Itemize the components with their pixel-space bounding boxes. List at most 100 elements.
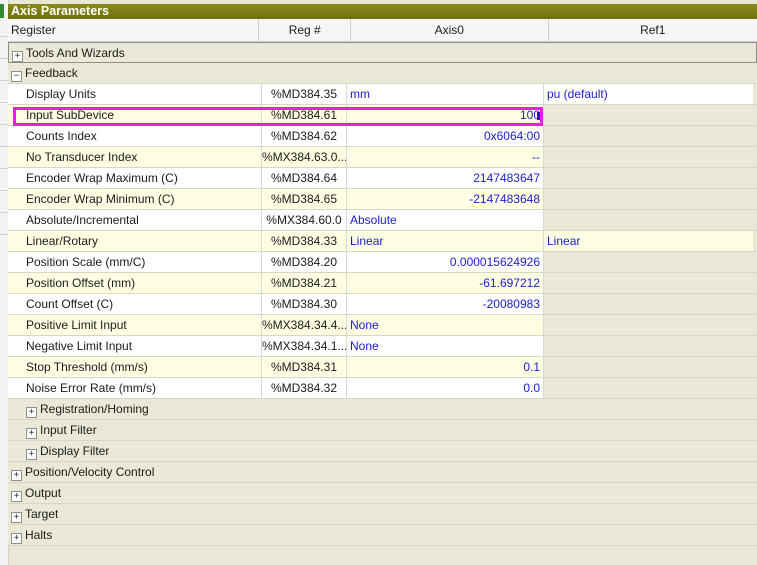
table-row[interactable]: Encoder Wrap Minimum (C) %MD384.65 -2147… (8, 189, 757, 210)
axis0-value[interactable]: 0.000015624926 (347, 252, 544, 272)
ref1-value[interactable]: Linear (544, 231, 753, 251)
axis0-value[interactable]: 100 (347, 105, 544, 125)
divider (0, 190, 8, 191)
param-reg: %MD384.33 (262, 231, 347, 251)
param-name: No Transducer Index (8, 147, 262, 167)
column-reg-num[interactable]: Reg # (259, 19, 352, 41)
param-name: Position Scale (mm/C) (8, 252, 262, 272)
expand-icon[interactable]: + (12, 51, 23, 62)
group-label: Halts (25, 528, 53, 542)
param-name: Positive Limit Input (8, 315, 262, 335)
column-ref1[interactable]: Ref1 (549, 19, 757, 41)
group-position-velocity-control[interactable]: + Position/Velocity Control (8, 462, 757, 483)
axis0-value[interactable]: None (347, 315, 544, 335)
table-row[interactable]: Stop Threshold (mm/s) %MD384.31 0.1 (8, 357, 757, 378)
ref1-value[interactable] (544, 105, 753, 125)
table-row[interactable]: Positive Limit Input %MX384.34.4... None (8, 315, 757, 336)
param-name: Encoder Wrap Minimum (C) (8, 189, 262, 209)
axis0-value[interactable]: None (347, 336, 544, 356)
ref1-value[interactable] (544, 315, 753, 335)
column-header: Register Reg # Axis0 Ref1 (8, 19, 757, 42)
ref1-value[interactable] (544, 168, 753, 188)
expand-icon[interactable]: + (26, 428, 37, 439)
group-label: Feedback (25, 66, 78, 80)
table-row[interactable]: Linear/Rotary %MD384.33 Linear Linear (8, 231, 757, 252)
ref1-value[interactable] (544, 210, 753, 230)
table-row[interactable]: Absolute/Incremental %MX384.60.0 Absolut… (8, 210, 757, 231)
axis0-value[interactable]: Absolute (347, 210, 544, 230)
param-reg: %MD384.21 (262, 273, 347, 293)
axis0-value[interactable]: Linear (347, 231, 544, 251)
ref1-value[interactable] (544, 273, 753, 293)
param-name: Display Units (8, 84, 262, 104)
expand-icon[interactable]: + (11, 533, 22, 544)
table-row[interactable]: Position Offset (mm) %MD384.21 -61.69721… (8, 273, 757, 294)
param-reg: %MD384.20 (262, 252, 347, 272)
param-reg: %MX384.34.1... (262, 336, 347, 356)
table-row[interactable]: Count Offset (C) %MD384.30 -20080983 (8, 294, 757, 315)
axis0-value[interactable]: -- (347, 147, 544, 167)
param-reg: %MX384.60.0 (262, 210, 347, 230)
group-output[interactable]: + Output (8, 483, 757, 504)
axis0-value[interactable]: 2147483647 (347, 168, 544, 188)
axis0-value[interactable]: 0x6064:00 (347, 126, 544, 146)
active-marker (0, 4, 4, 18)
table-row[interactable]: Input SubDevice %MD384.61 100 (8, 105, 757, 126)
axis0-value[interactable]: -2147483648 (347, 189, 544, 209)
ref1-value[interactable] (544, 252, 753, 272)
group-tools-and-wizards[interactable]: + Tools And Wizards (8, 42, 757, 63)
group-label: Registration/Homing (40, 402, 149, 416)
group-halts[interactable]: + Halts (8, 525, 757, 546)
group-display-filter[interactable]: + Display Filter (8, 441, 757, 462)
param-name: Counts Index (8, 126, 262, 146)
param-reg: %MD384.32 (262, 378, 347, 398)
collapse-icon[interactable]: − (11, 71, 22, 82)
group-label: Tools And Wizards (26, 46, 125, 60)
param-reg: %MD384.62 (262, 126, 347, 146)
param-name: Input SubDevice (8, 105, 262, 125)
table-row[interactable]: Noise Error Rate (mm/s) %MD384.32 0.0 (8, 378, 757, 399)
table-row[interactable]: Negative Limit Input %MX384.34.1... None (8, 336, 757, 357)
axis0-value[interactable]: -20080983 (347, 294, 544, 314)
ref1-value[interactable]: pu (default) (544, 84, 753, 104)
table-row[interactable]: Encoder Wrap Maximum (C) %MD384.64 21474… (8, 168, 757, 189)
table-row[interactable]: No Transducer Index %MX384.63.0... -- (8, 147, 757, 168)
edit-caret (537, 112, 540, 120)
param-reg: %MD384.31 (262, 357, 347, 377)
axis0-value[interactable]: mm (347, 84, 544, 104)
divider (0, 212, 8, 213)
axis0-value[interactable]: 0.1 (347, 357, 544, 377)
ref1-value[interactable] (544, 189, 753, 209)
ref1-value[interactable] (544, 357, 753, 377)
ref1-value[interactable] (544, 378, 753, 398)
column-register[interactable]: Register (8, 19, 260, 41)
group-registration-homing[interactable]: + Registration/Homing (8, 399, 757, 420)
expand-icon[interactable]: + (11, 512, 22, 523)
column-axis0[interactable]: Axis0 (351, 19, 549, 41)
divider (0, 124, 8, 125)
expand-icon[interactable]: + (11, 470, 22, 481)
group-target[interactable]: + Target (8, 504, 757, 525)
group-feedback[interactable]: − Feedback (8, 63, 757, 84)
ref1-value[interactable] (544, 336, 753, 356)
param-name: Absolute/Incremental (8, 210, 262, 230)
table-row[interactable]: Counts Index %MD384.62 0x6064:00 (8, 126, 757, 147)
param-reg: %MD384.30 (262, 294, 347, 314)
axis0-value[interactable]: -61.697212 (347, 273, 544, 293)
group-label: Display Filter (40, 444, 110, 458)
ref1-value[interactable] (544, 126, 753, 146)
ref1-value[interactable] (544, 294, 753, 314)
group-label: Input Filter (40, 423, 97, 437)
group-label: Target (25, 507, 59, 521)
expand-icon[interactable]: + (11, 491, 22, 502)
expand-icon[interactable]: + (26, 449, 37, 460)
expand-icon[interactable]: + (26, 407, 37, 418)
axis-parameters-panel: Axis Parameters Register Reg # Axis0 Ref… (8, 4, 757, 565)
divider (0, 58, 8, 59)
axis0-value[interactable]: 0.0 (347, 378, 544, 398)
divider (0, 234, 8, 235)
table-row[interactable]: Position Scale (mm/C) %MD384.20 0.000015… (8, 252, 757, 273)
ref1-value[interactable] (544, 147, 753, 167)
table-row[interactable]: Display Units %MD384.35 mm pu (default) (8, 84, 757, 105)
group-input-filter[interactable]: + Input Filter (8, 420, 757, 441)
